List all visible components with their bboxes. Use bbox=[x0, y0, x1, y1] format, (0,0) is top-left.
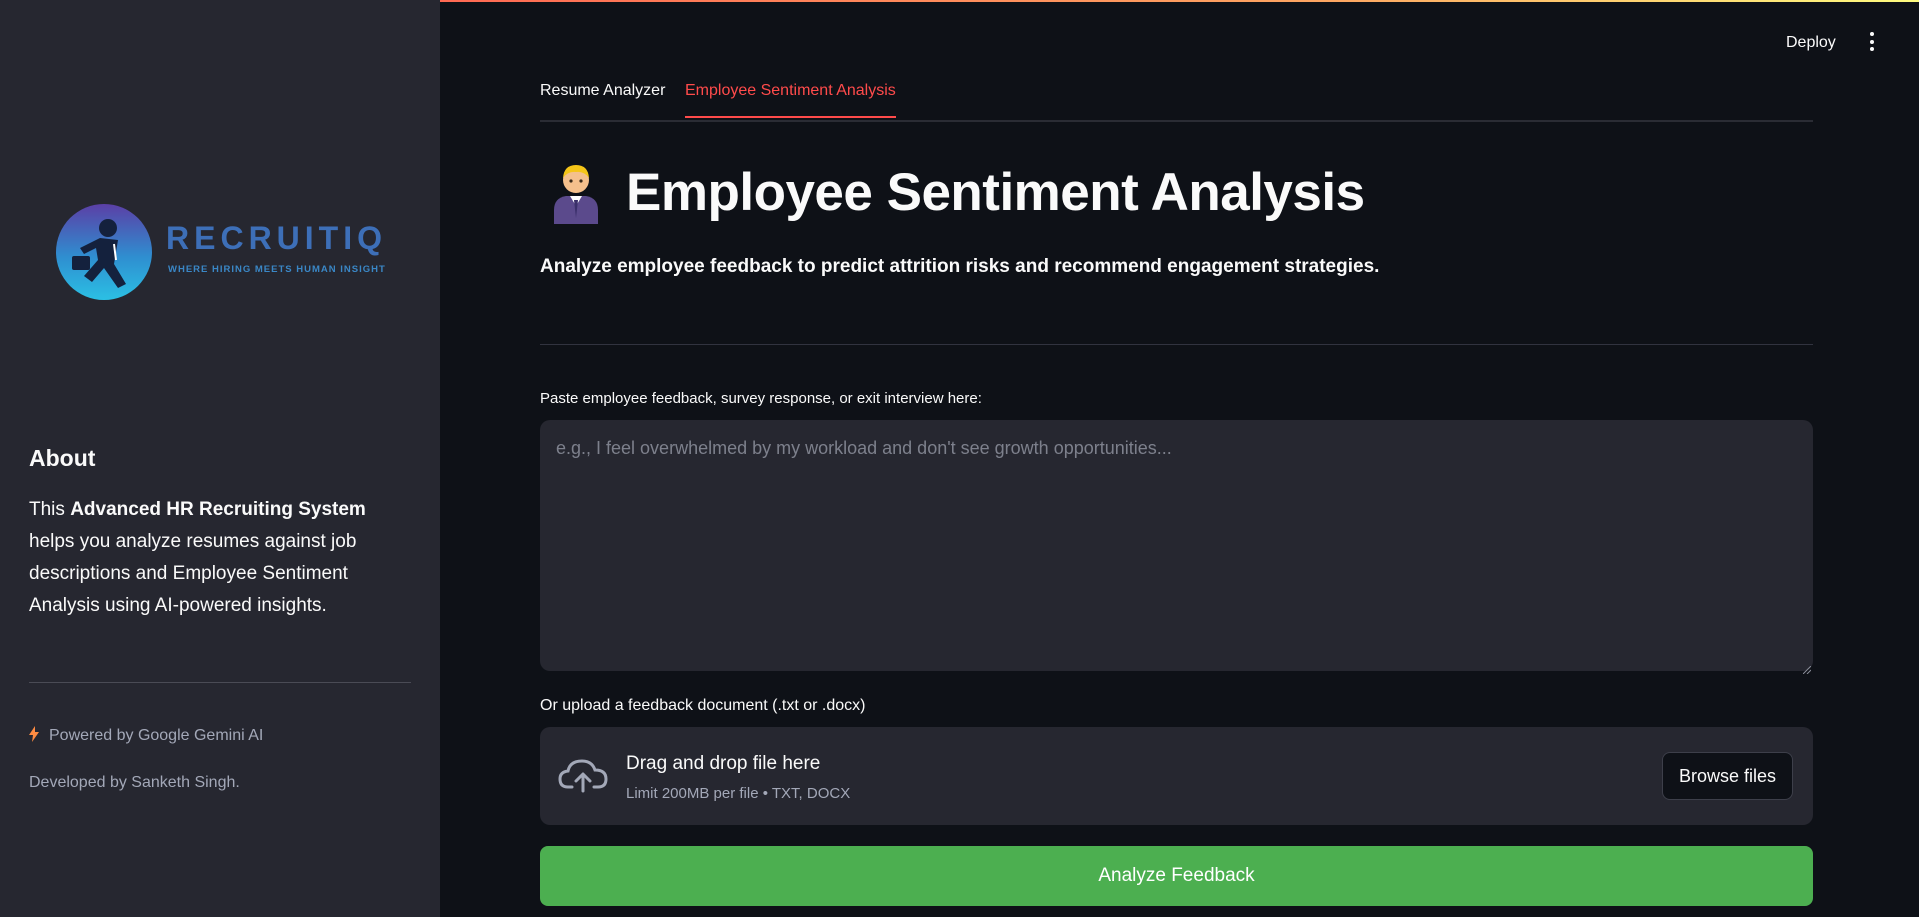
lightning-icon bbox=[29, 726, 39, 746]
analyze-feedback-button[interactable]: Analyze Feedback bbox=[540, 846, 1813, 906]
about-text: This Advanced HR Recruiting System helps… bbox=[29, 494, 414, 622]
browse-files-button[interactable]: Browse files bbox=[1662, 752, 1793, 800]
logo-emblem-icon bbox=[56, 204, 152, 300]
powered-by: Powered by Google Gemini AI bbox=[29, 726, 263, 746]
page-subtitle: Analyze employee feedback to predict att… bbox=[540, 256, 1380, 277]
developed-by: Developed by Sanketh Singh. bbox=[29, 774, 240, 791]
dropzone-title: Drag and drop file here bbox=[626, 753, 821, 774]
upload-label: Or upload a feedback document (.txt or .… bbox=[540, 697, 866, 714]
about-text-bold: Advanced HR Recruiting System bbox=[70, 499, 366, 520]
tab-employee-sentiment-analysis[interactable]: Employee Sentiment Analysis bbox=[685, 82, 896, 118]
dropzone-limit: Limit 200MB per file • TXT, DOCX bbox=[626, 785, 851, 802]
file-dropzone[interactable]: Drag and drop file here Limit 200MB per … bbox=[540, 727, 1813, 825]
logo-tagline: WHERE HIRING MEETS HUMAN INSIGHT bbox=[168, 264, 386, 275]
tab-bar: Resume Analyzer Employee Sentiment Analy… bbox=[540, 70, 1813, 122]
sidebar: RECRUITIQ WHERE HIRING MEETS HUMAN INSIG… bbox=[0, 0, 440, 917]
page-header: Employee Sentiment Analysis bbox=[548, 160, 1365, 224]
recruitiq-logo: RECRUITIQ WHERE HIRING MEETS HUMAN INSIG… bbox=[56, 200, 396, 304]
deploy-button[interactable]: Deploy bbox=[1786, 34, 1836, 52]
page-title: Employee Sentiment Analysis bbox=[626, 162, 1365, 222]
feedback-label: Paste employee feedback, survey response… bbox=[540, 390, 982, 407]
logo-title: RECRUITIQ bbox=[166, 220, 387, 256]
about-text-prefix: This bbox=[29, 499, 71, 520]
office-worker-icon bbox=[548, 160, 604, 224]
main-menu-icon[interactable] bbox=[1866, 32, 1878, 54]
tab-resume-analyzer[interactable]: Resume Analyzer bbox=[540, 82, 665, 116]
about-heading: About bbox=[29, 445, 96, 471]
sidebar-divider bbox=[29, 682, 411, 683]
about-text-suffix: helps you analyze resumes against job de… bbox=[29, 531, 357, 616]
powered-by-text: Powered by Google Gemini AI bbox=[49, 727, 264, 744]
cloud-upload-icon bbox=[558, 755, 608, 795]
textarea-resize-handle[interactable] bbox=[1802, 661, 1812, 675]
feedback-textarea[interactable] bbox=[540, 420, 1813, 671]
section-divider bbox=[540, 344, 1813, 345]
